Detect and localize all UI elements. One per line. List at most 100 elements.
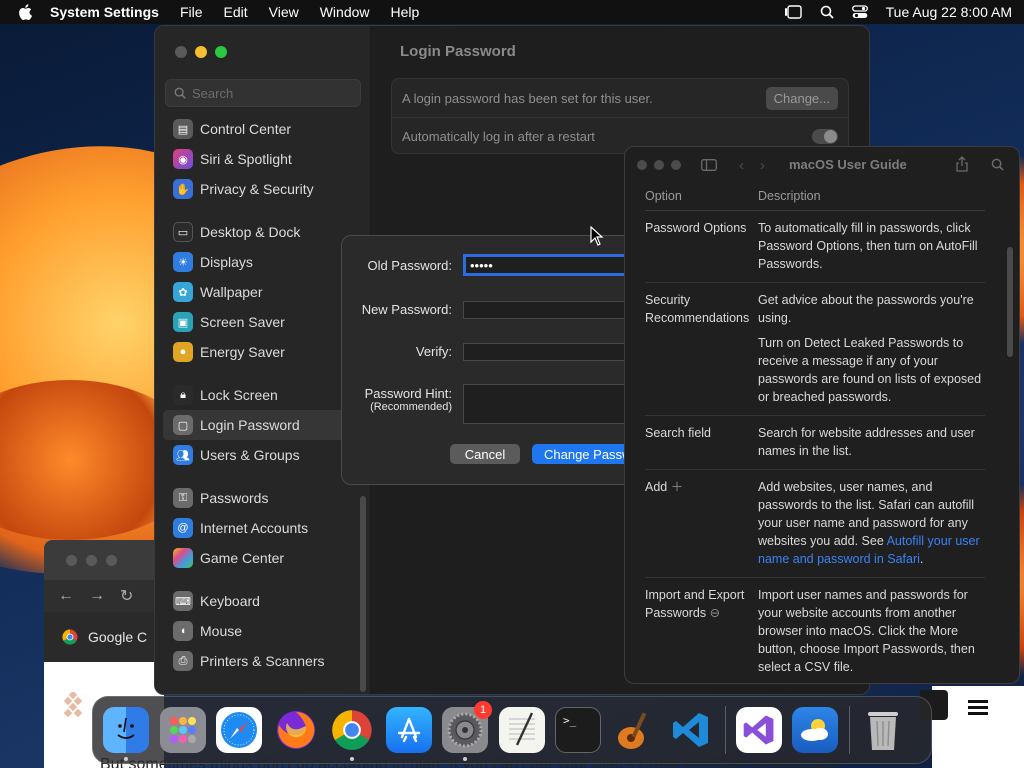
sidebar-search-input[interactable]: [192, 85, 352, 101]
sidebar-item-label: Lock Screen: [200, 387, 278, 403]
keyboard-icon: ⌨: [173, 591, 193, 611]
reload-icon[interactable]: ↻: [120, 586, 133, 606]
sidebar-item-label: Screen Saver: [200, 314, 285, 330]
menu-help[interactable]: Help: [391, 4, 420, 20]
password-hint-field[interactable]: [463, 384, 640, 424]
sidebar-item-siri-spotlight[interactable]: ◉ Siri & Spotlight: [163, 144, 359, 174]
visual-studio-icon[interactable]: [735, 707, 782, 753]
sidebar-item-lock-screen[interactable]: 🔒︎ Lock Screen: [163, 380, 359, 410]
trash-icon[interactable]: [860, 707, 906, 753]
sidebar-item-passwords[interactable]: ⚿ Passwords: [163, 483, 359, 513]
change-password-button[interactable]: Change...: [765, 86, 838, 110]
menu-edit[interactable]: Edit: [224, 4, 248, 20]
sidebar-item-energy-saver[interactable]: ● Energy Saver: [163, 337, 359, 367]
menu-window[interactable]: Window: [320, 4, 370, 20]
sidebar-toggle-icon[interactable]: [701, 159, 717, 171]
window-controls: [637, 160, 681, 170]
finder-icon[interactable]: [103, 707, 149, 761]
sidebar-item-keyboard[interactable]: ⌨ Keyboard: [163, 586, 359, 616]
stage-manager-icon[interactable]: [784, 5, 802, 19]
menu-bar: System Settings File Edit View Window He…: [0, 0, 1024, 24]
back-arrow-icon[interactable]: ←: [58, 587, 74, 605]
sun-icon: ☀: [173, 252, 193, 272]
menu-app-name[interactable]: System Settings: [50, 4, 159, 20]
mouse-pointer-icon: [590, 226, 604, 246]
terminal-icon[interactable]: >_: [555, 707, 601, 753]
sidebar-item-label: Internet Accounts: [200, 520, 309, 536]
description-cell: Get advice about the passwords you're us…: [758, 293, 974, 325]
spotlight-search-icon[interactable]: [820, 5, 834, 19]
app-store-icon[interactable]: [385, 707, 432, 753]
new-password-field[interactable]: [463, 301, 640, 319]
browser-tab[interactable]: Google C: [44, 612, 164, 662]
forward-arrow-icon[interactable]: →: [89, 587, 105, 605]
sidebar-item-users-groups[interactable]: 👥︎ Users & Groups: [163, 440, 359, 470]
window-zoom-button[interactable]: [671, 160, 681, 170]
table-row: Add ＋ Add websites, user names, and pass…: [645, 470, 985, 578]
share-icon[interactable]: [955, 156, 969, 172]
description-cell: Add websites, user names, and passwords …: [758, 478, 984, 568]
option-cell: Search field: [645, 426, 712, 440]
password-hint-sublabel: (Recommended): [370, 401, 452, 413]
dock-separator: [724, 706, 726, 754]
auto-login-toggle[interactable]: [812, 129, 838, 144]
user-guide-toolbar: ‹ › macOS User Guide: [625, 147, 1019, 183]
user-guide-scrollbar[interactable]: [1007, 247, 1013, 357]
window-minimize-button[interactable]: [654, 160, 664, 170]
window-minimize-button[interactable]: [86, 554, 97, 566]
sidebar-item-game-center[interactable]: Game Center: [163, 543, 359, 573]
sidebar-item-displays[interactable]: ☀ Displays: [163, 247, 359, 277]
menu-file[interactable]: File: [180, 4, 203, 20]
bulb-icon: ●: [173, 342, 193, 362]
sidebar-item-screen-saver[interactable]: ▣ Screen Saver: [163, 307, 359, 337]
weather-icon[interactable]: [792, 707, 838, 753]
sidebar-item-mouse[interactable]: ◖ Mouse: [163, 616, 359, 646]
sidebar-item-login-password[interactable]: ▢ Login Password: [163, 410, 359, 440]
sidebar-item-printers-scanners[interactable]: ⎙ Printers & Scanners: [163, 646, 359, 676]
search-icon: [174, 87, 186, 99]
users-icon: 👥︎: [173, 445, 193, 465]
control-center-icon: ▤: [173, 119, 193, 139]
window-close-button[interactable]: [637, 160, 647, 170]
dock: 1 >_: [92, 696, 932, 764]
cancel-button[interactable]: Cancel: [450, 444, 520, 464]
window-minimize-button[interactable]: [195, 46, 207, 58]
sidebar-item-privacy-security[interactable]: ✋ Privacy & Security: [163, 174, 359, 204]
vscode-icon[interactable]: [668, 707, 714, 753]
chrome-icon[interactable]: [329, 707, 375, 761]
page-title: Login Password: [400, 43, 516, 60]
option-cell-text: Add: [645, 480, 668, 494]
browser-tab-title: Google C: [88, 629, 148, 645]
safari-icon[interactable]: [216, 707, 262, 753]
old-password-field[interactable]: [463, 254, 640, 276]
search-icon[interactable]: [991, 158, 1004, 171]
sidebar-item-control-center[interactable]: ▤ Control Center: [163, 114, 359, 144]
garageband-icon[interactable]: [612, 707, 658, 753]
settings-sidebar: ▤ Control Center ◉ Siri & Spotlight ✋ Priva…: [155, 26, 371, 694]
window-close-button[interactable]: [175, 46, 187, 58]
window-close-button[interactable]: [66, 554, 77, 566]
hamburger-menu-icon[interactable]: [968, 700, 988, 718]
verify-password-field[interactable]: [463, 343, 640, 361]
window-zoom-button[interactable]: [106, 554, 117, 566]
table-row: Search field Search for website addresse…: [645, 416, 985, 470]
sidebar-scrollbar[interactable]: [360, 496, 366, 692]
firefox-icon[interactable]: [273, 707, 319, 753]
apple-menu-icon[interactable]: [18, 4, 32, 20]
sidebar-item-internet-accounts[interactable]: @ Internet Accounts: [163, 513, 359, 543]
back-chevron-icon[interactable]: ‹: [739, 157, 744, 174]
control-center-icon[interactable]: [851, 5, 868, 19]
sidebar-item-desktop-dock[interactable]: ▭ Desktop & Dock: [163, 217, 359, 247]
window-zoom-button[interactable]: [215, 46, 227, 58]
sidebar-item-label: Printers & Scanners: [200, 653, 325, 669]
forward-chevron-icon[interactable]: ›: [760, 157, 765, 174]
menubar-clock[interactable]: Tue Aug 22 8:00 AM: [886, 4, 1012, 20]
menu-view[interactable]: View: [269, 4, 299, 20]
sidebar-item-wallpaper[interactable]: ✿ Wallpaper: [163, 277, 359, 307]
launchpad-icon[interactable]: [159, 707, 206, 753]
sidebar-search[interactable]: [165, 79, 361, 107]
system-settings-icon[interactable]: 1: [442, 701, 492, 761]
textedit-icon[interactable]: [498, 707, 545, 753]
